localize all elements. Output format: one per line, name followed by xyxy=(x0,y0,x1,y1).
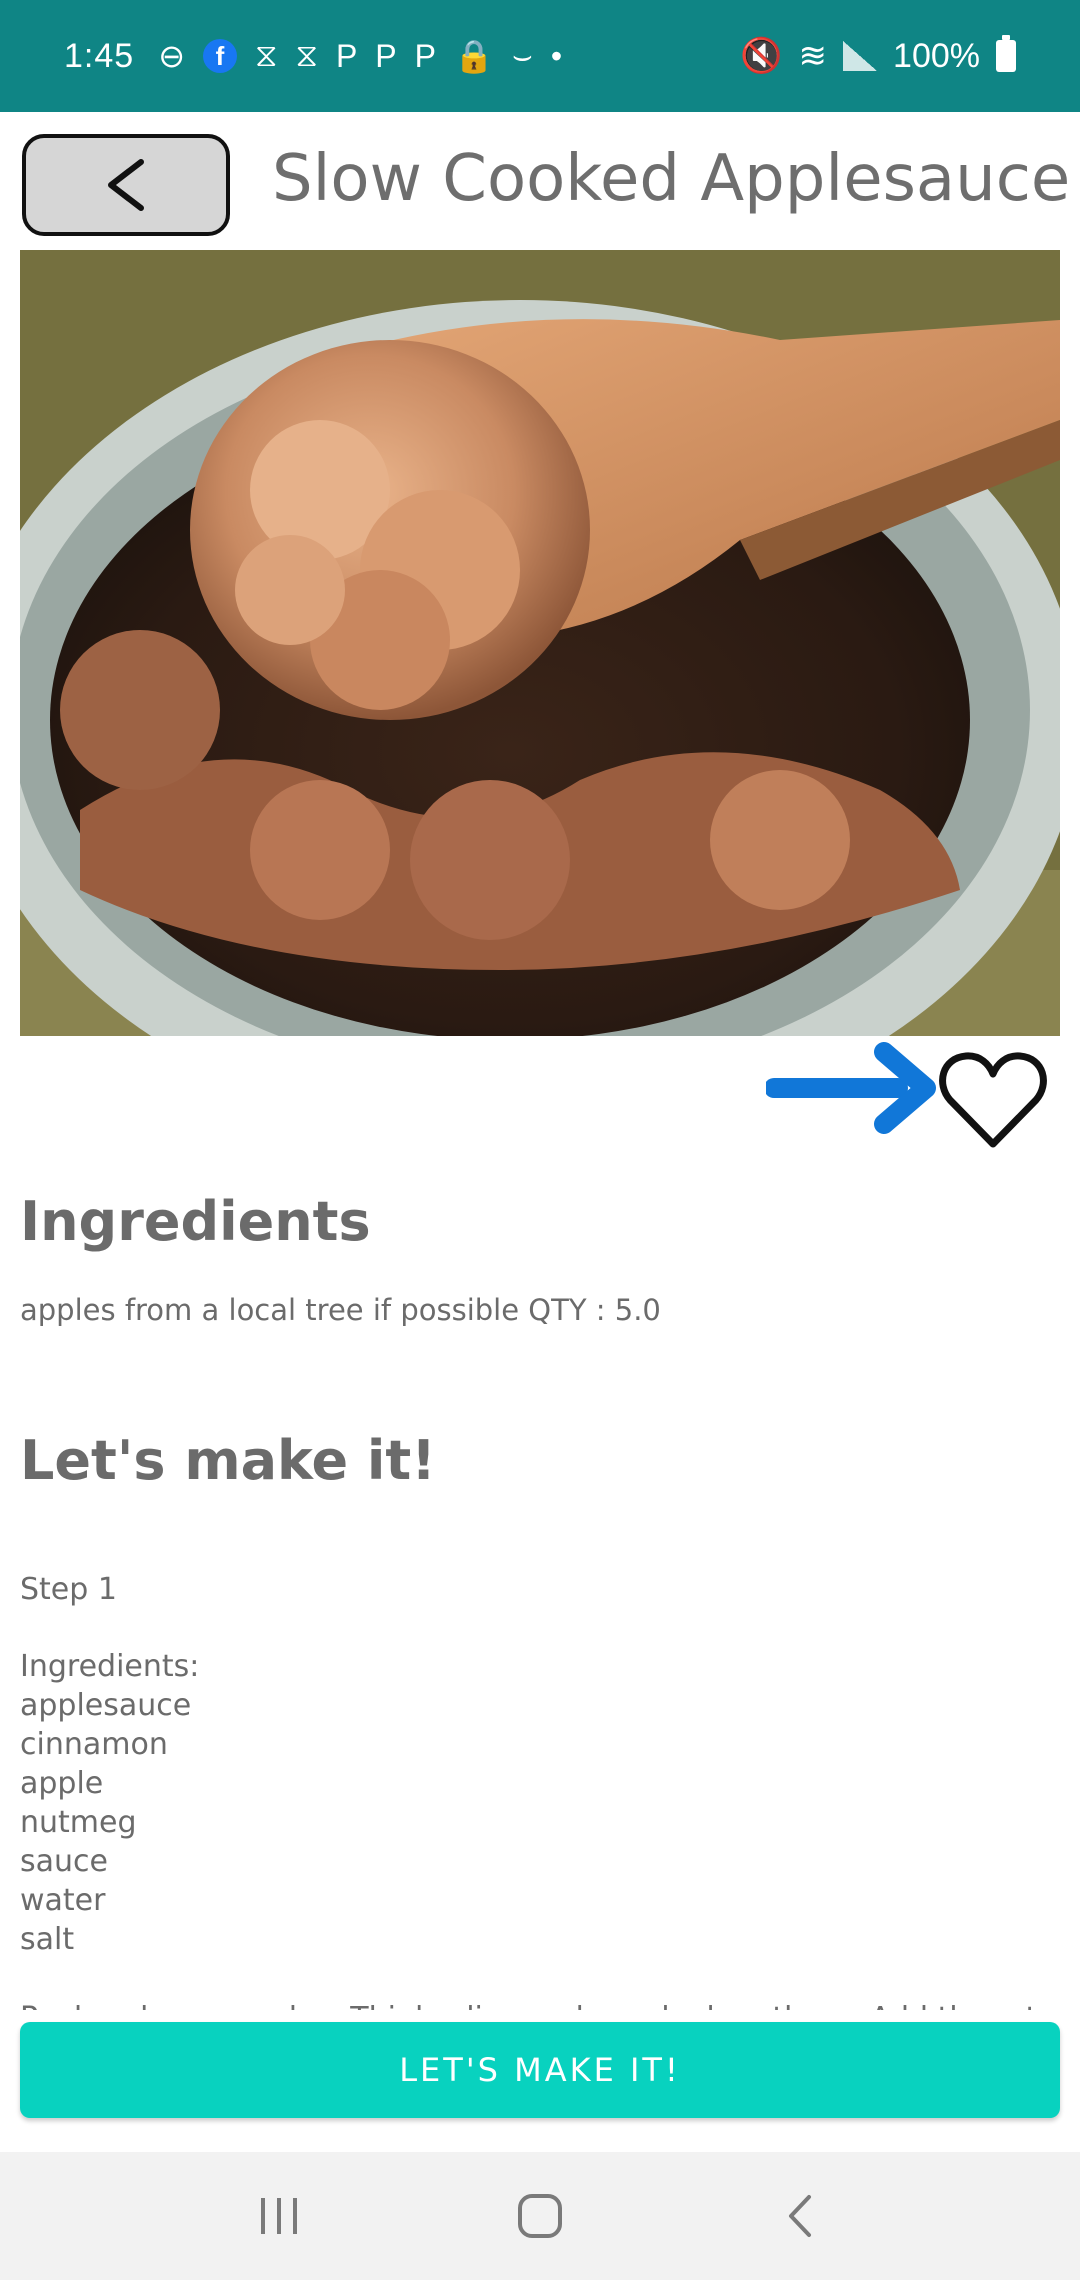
back-icon xyxy=(789,2195,811,2237)
heart-outline-icon xyxy=(939,1052,1047,1148)
navigation-bar xyxy=(0,2152,1080,2280)
page-title: Slow Cooked Applesauce xyxy=(272,142,1071,216)
home-icon xyxy=(518,2194,562,2238)
recents-icon xyxy=(261,2198,297,2234)
ingredients-heading: Ingredients xyxy=(20,1190,371,1253)
wifi-icon: ≋ xyxy=(798,37,828,75)
back-nav-button[interactable] xyxy=(760,2176,840,2256)
battery-text: 100% xyxy=(893,36,980,75)
battery-icon xyxy=(996,35,1016,72)
step-ingredient: water xyxy=(20,1883,106,1918)
do-not-disturb-icon: ⊖ xyxy=(158,38,185,74)
step-ingredient: cinnamon xyxy=(20,1727,168,1762)
capcut-icon: ⧖ xyxy=(295,37,318,73)
directions-heading: Let's make it! xyxy=(20,1429,436,1492)
mute-icon: 🔇 xyxy=(740,37,783,75)
system-icons: 🔇 ≋ 100% xyxy=(740,35,1016,76)
step-ingredient: salt xyxy=(20,1922,75,1957)
amazon-icon: ⌣ xyxy=(511,37,533,73)
capcut-icon: ⧖ xyxy=(255,37,278,73)
home-button[interactable] xyxy=(500,2176,580,2256)
step-ingredient: apple xyxy=(20,1766,104,1801)
recipe-image xyxy=(20,250,1060,1036)
lets-make-it-button[interactable]: LET'S MAKE IT! xyxy=(20,2022,1060,2118)
step-ingredient: nutmeg xyxy=(20,1805,137,1840)
dot-icon: • xyxy=(550,37,563,74)
status-bar: 1:45 ⊖ f ⧖ ⧖ P P P 🔒 ⌣ • 🔇 ≋ 100% xyxy=(0,0,1080,112)
step-ingredient: applesauce xyxy=(20,1688,192,1723)
back-button[interactable] xyxy=(22,134,230,236)
recipe-content: Ingredients apples from a local tree if … xyxy=(20,1190,1060,2010)
pinterest-icon: P xyxy=(375,37,397,74)
lock-icon: 🔒 xyxy=(453,38,494,74)
step-label: Step 1 xyxy=(20,1572,117,1607)
facebook-icon: f xyxy=(203,39,237,73)
pinterest-icon: P xyxy=(414,37,436,74)
step-ingredients-list: applesauce cinnamon apple nutmeg sauce w… xyxy=(20,1686,1060,1959)
step-ingredients-title: Ingredients: xyxy=(20,1649,200,1684)
favorite-button[interactable] xyxy=(936,1046,1050,1154)
arrow-right-icon xyxy=(766,1042,936,1134)
chevron-left-icon xyxy=(108,159,144,211)
status-time: 1:45 xyxy=(64,36,135,75)
pinterest-icon: P xyxy=(335,37,358,74)
signal-icon xyxy=(843,41,878,71)
step-instructions: Peel and core apples. Thinly slice and r… xyxy=(20,2001,1060,2010)
step-ingredient: sauce xyxy=(20,1844,108,1879)
notification-icons: ⊖ f ⧖ ⧖ P P P 🔒 ⌣ • xyxy=(158,37,562,75)
ingredient-item: apples from a local tree if possible QTY… xyxy=(20,1293,661,1327)
recents-button[interactable] xyxy=(240,2176,320,2256)
